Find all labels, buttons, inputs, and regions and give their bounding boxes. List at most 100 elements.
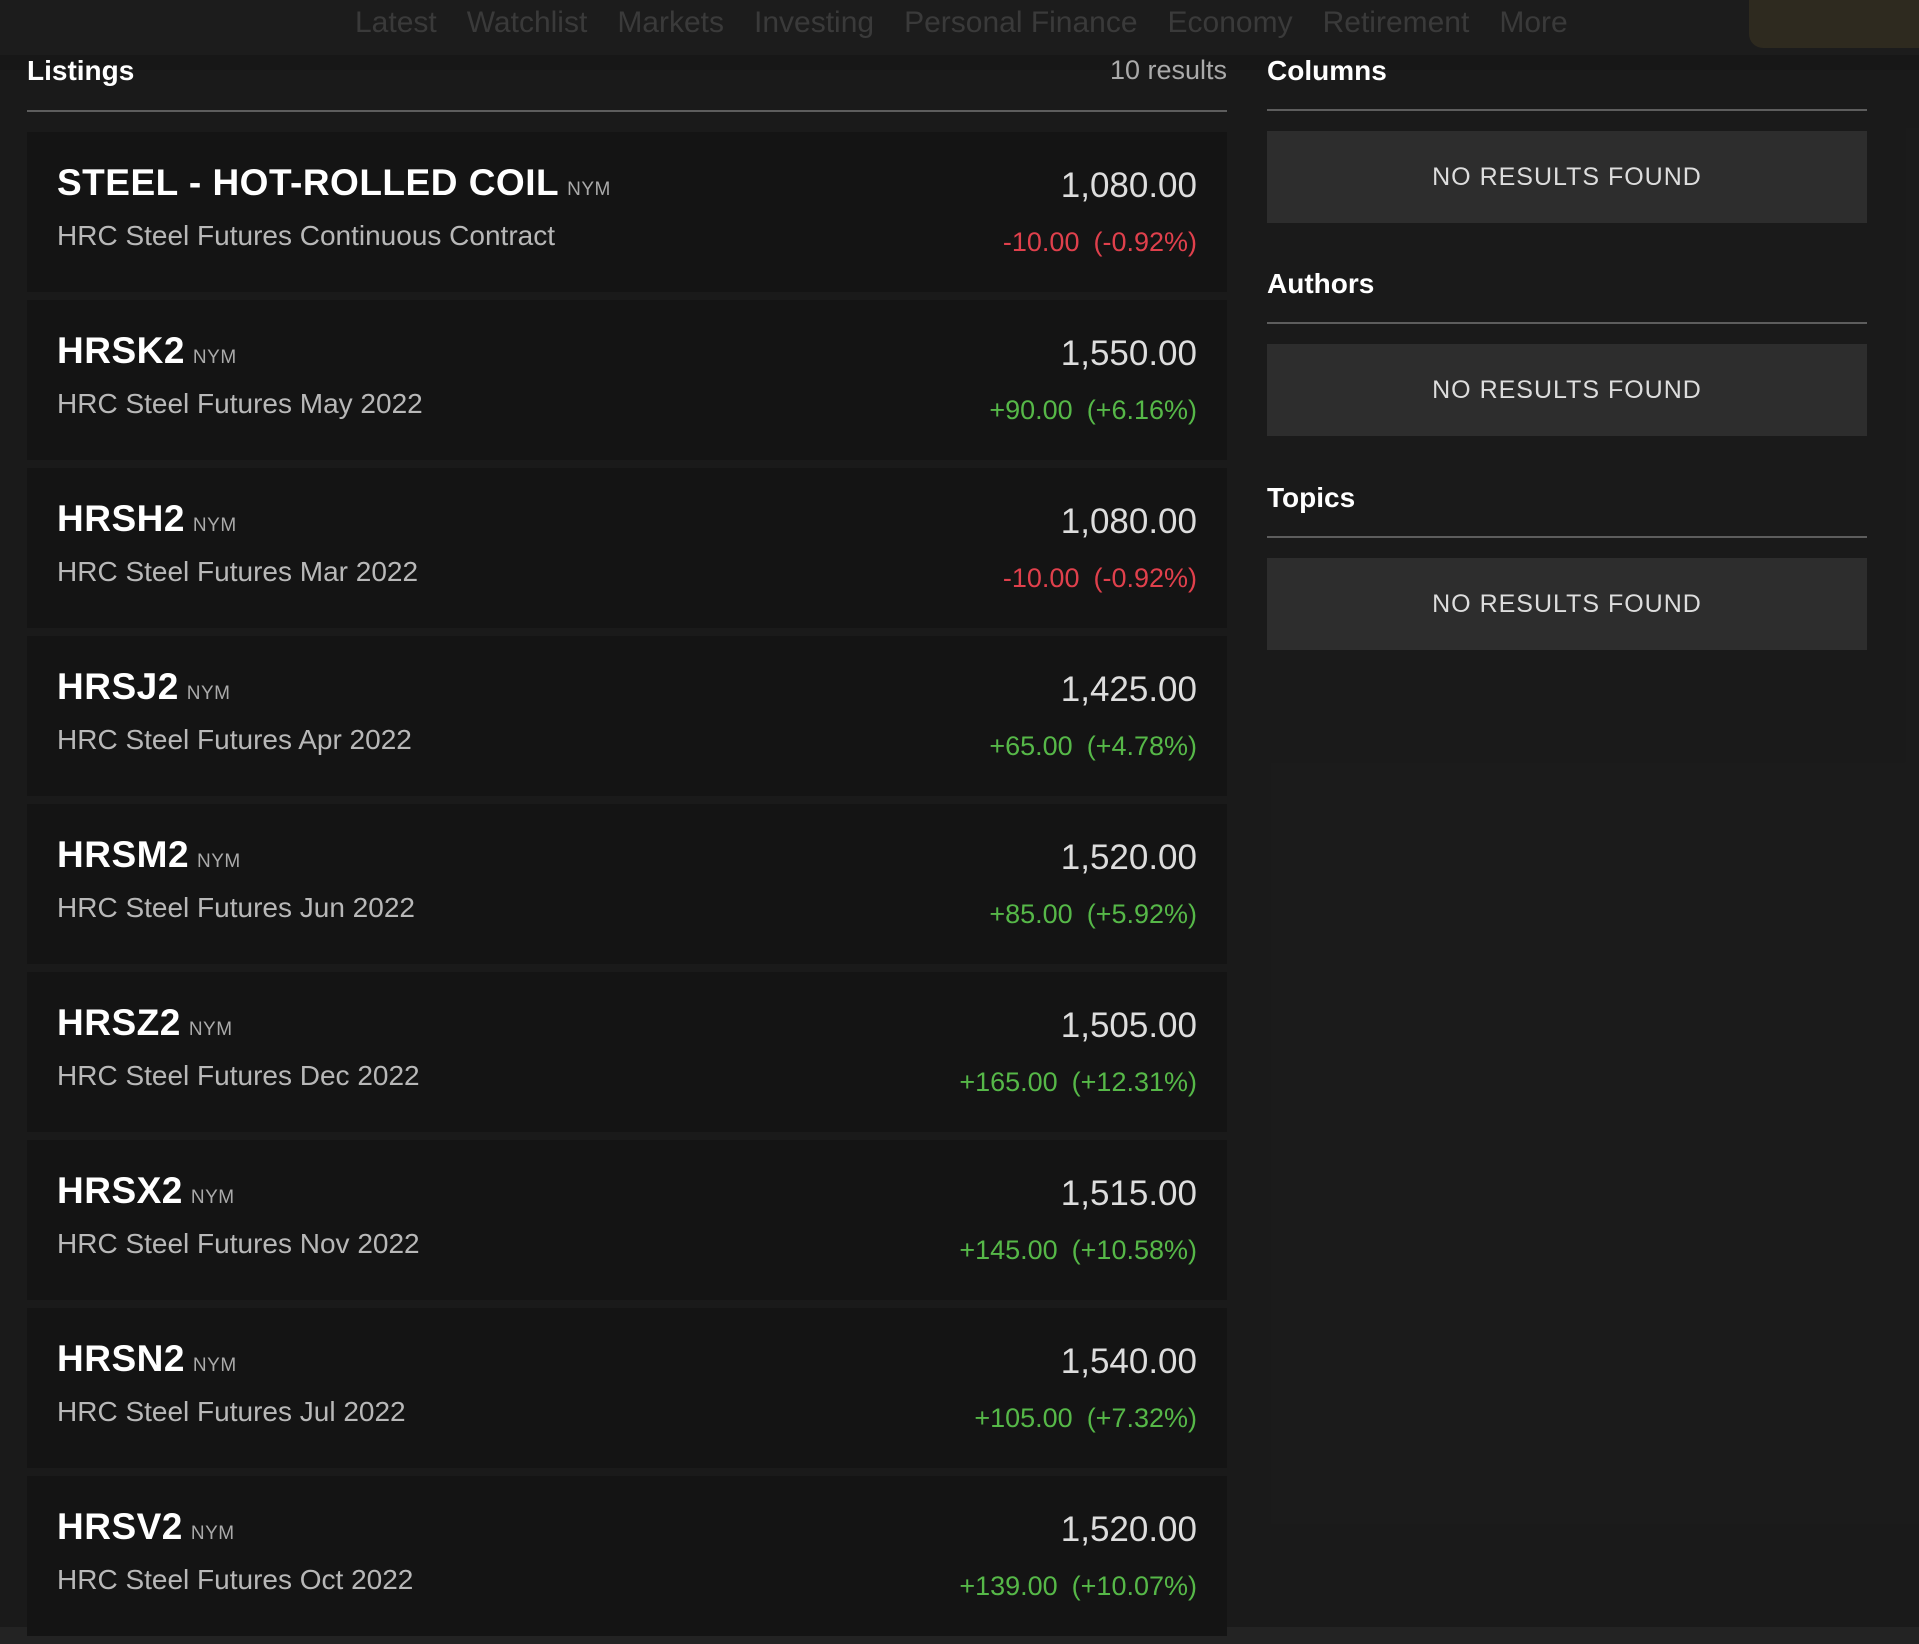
listing-symbol: HRSN2 NYM xyxy=(57,1338,237,1380)
listing-symbol-text: HRSJ2 xyxy=(57,666,179,707)
listing-change: +105.00 (+7.32%) xyxy=(974,1403,1197,1434)
listing-description: HRC Steel Futures Continuous Contract xyxy=(57,220,555,251)
background-nav-link: More xyxy=(1499,6,1568,39)
listing-change-value: +105.00 xyxy=(974,1403,1073,1433)
listing-description: HRC Steel Futures Apr 2022 xyxy=(57,724,412,755)
columns-title: Columns xyxy=(1267,55,1867,111)
listing-symbol: HRSK2 NYM xyxy=(57,330,237,372)
listing-change: +85.00 (+5.92%) xyxy=(989,899,1197,930)
listing-change-value: +65.00 xyxy=(989,731,1073,761)
listing-price: 1,080.00 xyxy=(1060,502,1197,541)
listing-card[interactable]: HRSZ2 NYM HRC Steel Futures Dec 2022 1,505.… xyxy=(27,972,1227,1132)
authors-title: Authors xyxy=(1267,268,1867,324)
listing-change: -10.00 (-0.92%) xyxy=(1003,563,1197,594)
listing-exchange: NYM xyxy=(190,1187,235,1208)
listing-change-percent: (+4.78%) xyxy=(1086,731,1197,761)
listing-description: HRC Steel Futures Mar 2022 xyxy=(57,556,419,587)
listing-symbol-text: HRSZ2 xyxy=(57,1002,181,1043)
listing-symbol-text: HRSM2 xyxy=(57,834,190,875)
listing-price: 1,540.00 xyxy=(1060,1342,1197,1381)
background-nav-link: Watchlist xyxy=(466,6,588,39)
listing-exchange: NYM xyxy=(188,1019,233,1040)
listing-symbol: HRSM2 NYM xyxy=(57,834,241,876)
listing-symbol-text: HRSH2 xyxy=(57,498,185,539)
listing-symbol: HRSJ2 NYM xyxy=(57,666,231,708)
listing-description: HRC Steel Futures Oct 2022 xyxy=(57,1564,414,1595)
listing-change: +145.00 (+10.58%) xyxy=(959,1235,1197,1266)
listing-change: +139.00 (+10.07%) xyxy=(959,1571,1197,1602)
listing-card[interactable]: HRSM2 NYM HRC Steel Futures Jun 2022 1,520.… xyxy=(27,804,1227,964)
listing-description: HRC Steel Futures Dec 2022 xyxy=(57,1060,420,1091)
background-subscribe-button xyxy=(1749,0,1919,48)
listing-exchange: NYM xyxy=(190,1523,235,1544)
listing-change-value: -10.00 xyxy=(1002,563,1080,593)
background-nav-link: Economy xyxy=(1167,6,1293,39)
listing-change: +165.00 (+12.31%) xyxy=(959,1067,1197,1098)
listing-symbol-text: HRSK2 xyxy=(57,330,185,371)
columns-section: Columns NO RESULTS FOUND xyxy=(1267,55,1867,223)
listings-header: Listings 10 results xyxy=(27,55,1227,112)
background-nav-links: Latest Watchlist Markets Investing Personal … xyxy=(355,6,1568,40)
background-nav-link: Investing xyxy=(754,6,875,39)
listing-symbol-text: HRSX2 xyxy=(57,1170,183,1211)
listing-change-value: +145.00 xyxy=(959,1235,1058,1265)
listing-change-value: +165.00 xyxy=(959,1067,1058,1097)
listing-change-percent: (-0.92%) xyxy=(1093,227,1197,257)
listing-change-percent: (-0.92%) xyxy=(1093,563,1197,593)
listing-change-percent: (+10.07%) xyxy=(1071,1571,1197,1601)
background-nav-link: Personal Finance xyxy=(904,6,1138,39)
listing-exchange: NYM xyxy=(567,179,611,200)
listing-change-value: +90.00 xyxy=(989,395,1073,425)
listing-price: 1,515.00 xyxy=(1060,1174,1197,1213)
listing-change-percent: (+10.58%) xyxy=(1071,1235,1197,1265)
listing-price: 1,080.00 xyxy=(1060,166,1197,205)
listing-price: 1,550.00 xyxy=(1060,334,1197,373)
listing-card[interactable]: HRSV2 NYM HRC Steel Futures Oct 2022 1,520.… xyxy=(27,1476,1227,1636)
listing-exchange: NYM xyxy=(197,851,241,872)
listing-description: HRC Steel Futures Nov 2022 xyxy=(57,1228,420,1259)
authors-no-results: NO RESULTS FOUND xyxy=(1267,344,1867,436)
listing-symbol-text: HRSV2 xyxy=(57,1506,183,1547)
columns-no-results: NO RESULTS FOUND xyxy=(1267,131,1867,223)
listing-change-percent: (+5.92%) xyxy=(1086,899,1197,929)
background-nav-link: Retirement xyxy=(1322,6,1470,39)
listings-count: 10 results xyxy=(1109,55,1227,85)
listing-exchange: NYM xyxy=(192,515,237,536)
background-nav-link: Latest xyxy=(355,6,437,39)
listing-description: HRC Steel Futures Jun 2022 xyxy=(57,892,415,923)
background-nav-link: Markets xyxy=(617,6,724,39)
listing-card[interactable]: HRSH2 NYM HRC Steel Futures Mar 2022 1,080.… xyxy=(27,468,1227,628)
topics-section: Topics NO RESULTS FOUND xyxy=(1267,482,1867,650)
listing-symbol: HRSZ2 NYM xyxy=(57,1002,233,1044)
listing-symbol: STEEL - HOT-ROLLED COIL NYM xyxy=(57,162,611,204)
listing-price: 1,425.00 xyxy=(1060,670,1197,709)
listing-card[interactable]: HRSJ2 NYM HRC Steel Futures Apr 2022 1,425.… xyxy=(27,636,1227,796)
listing-change-percent: (+7.32%) xyxy=(1086,1403,1197,1433)
listing-description: HRC Steel Futures Jul 2022 xyxy=(57,1396,406,1427)
listing-card[interactable]: STEEL - HOT-ROLLED COIL NYM HRC Steel Futu… xyxy=(27,132,1227,292)
listing-symbol: HRSV2 NYM xyxy=(57,1506,235,1548)
listing-change: -10.00 (-0.92%) xyxy=(1003,227,1197,258)
topics-no-results: NO RESULTS FOUND xyxy=(1267,558,1867,650)
listing-list: STEEL - HOT-ROLLED COIL NYM HRC Steel Futu… xyxy=(27,132,1227,1644)
listing-change: +90.00 (+6.16%) xyxy=(989,395,1197,426)
listing-change-value: -10.00 xyxy=(1002,227,1080,257)
listing-symbol-text: HRSN2 xyxy=(57,1338,185,1379)
listing-card[interactable]: HRSK2 NYM HRC Steel Futures May 2022 1,550.… xyxy=(27,300,1227,460)
listing-symbol: HRSH2 NYM xyxy=(57,498,237,540)
authors-section: Authors NO RESULTS FOUND xyxy=(1267,268,1867,436)
listing-change-value: +139.00 xyxy=(959,1571,1058,1601)
listing-description: HRC Steel Futures May 2022 xyxy=(57,388,423,419)
listing-symbol: HRSX2 NYM xyxy=(57,1170,235,1212)
listing-change: +65.00 (+4.78%) xyxy=(989,731,1197,762)
listing-price: 1,505.00 xyxy=(1060,1006,1197,1045)
listing-card[interactable]: HRSX2 NYM HRC Steel Futures Nov 2022 1,515.… xyxy=(27,1140,1227,1300)
listing-exchange: NYM xyxy=(192,1355,237,1376)
listing-change-percent: (+6.16%) xyxy=(1086,395,1197,425)
listing-exchange: NYM xyxy=(186,683,231,704)
listings-title: Listings xyxy=(27,55,135,86)
listing-change-value: +85.00 xyxy=(989,899,1073,929)
listing-price: 1,520.00 xyxy=(1060,838,1197,877)
listing-card[interactable]: HRSN2 NYM HRC Steel Futures Jul 2022 1,540.… xyxy=(27,1308,1227,1468)
listing-price: 1,520.00 xyxy=(1060,1510,1197,1549)
